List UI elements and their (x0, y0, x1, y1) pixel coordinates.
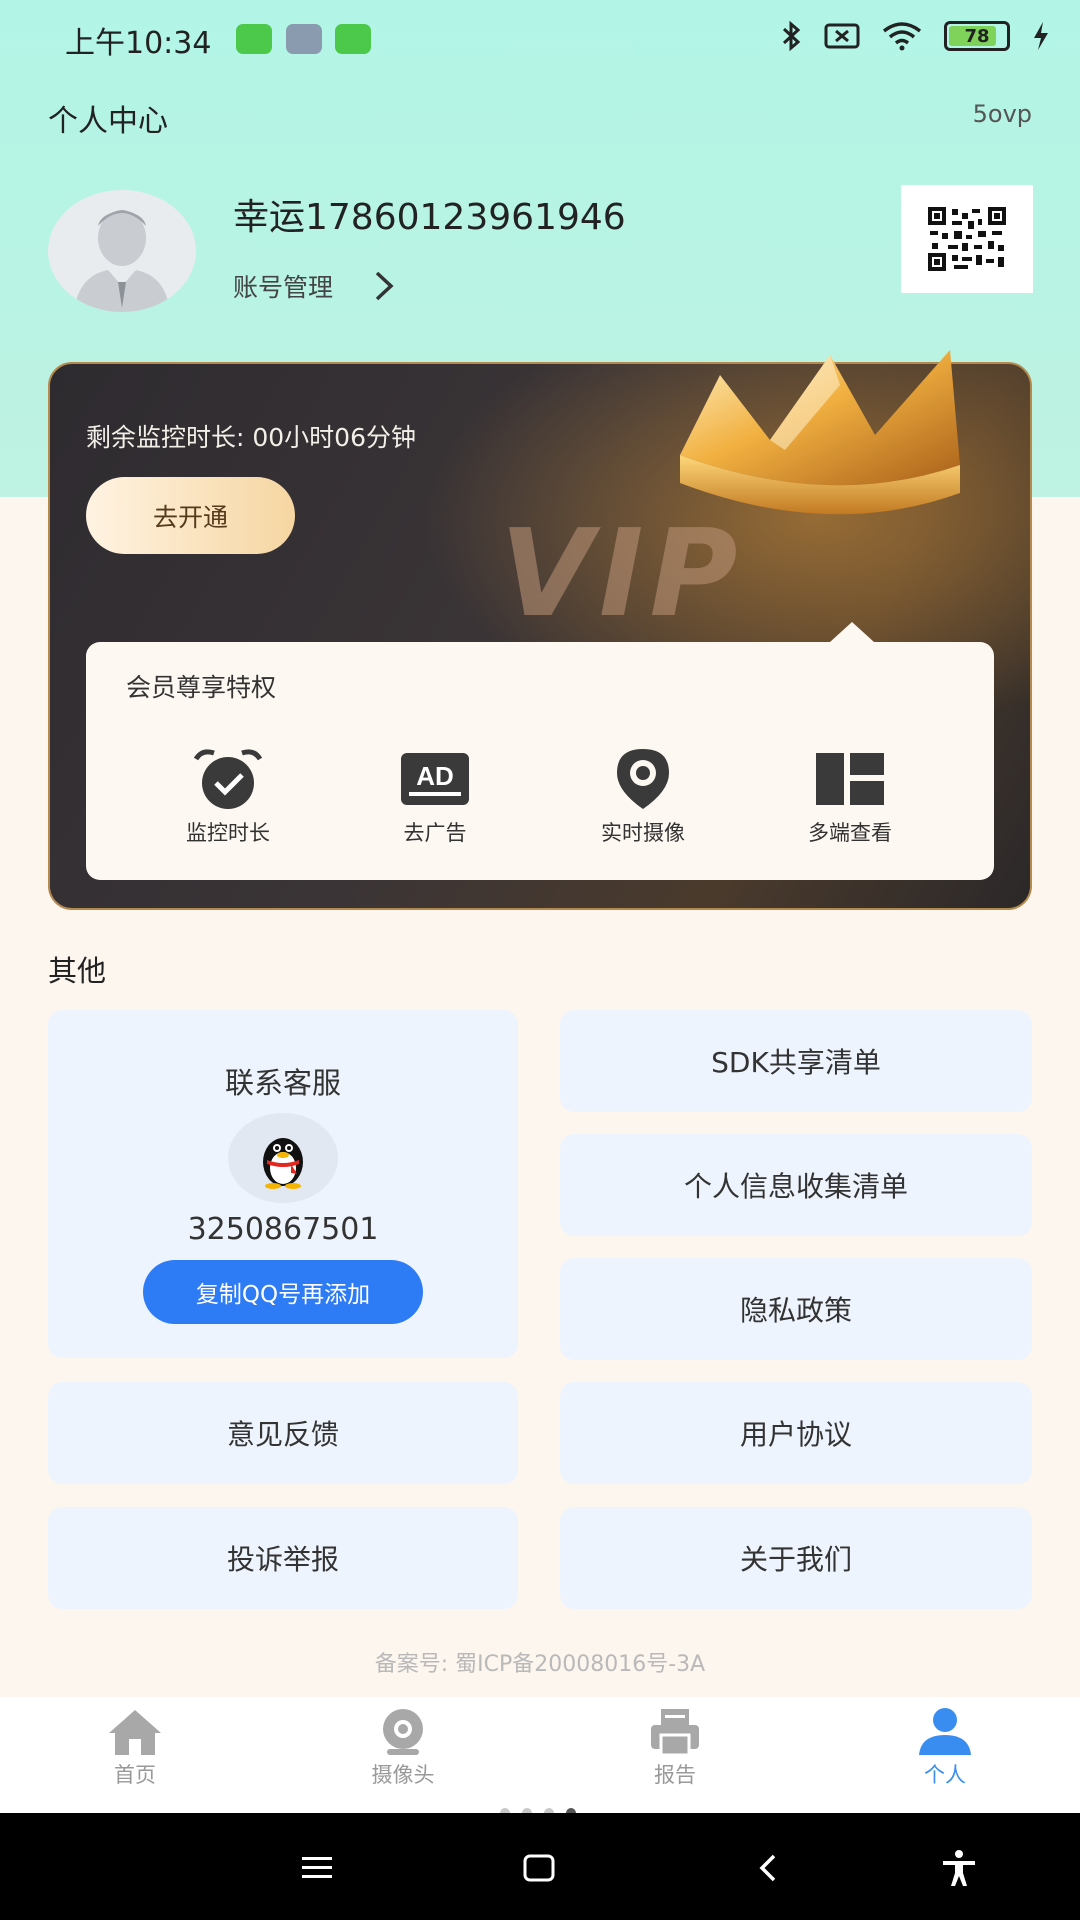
app-notification-icon (335, 24, 371, 54)
location-pin-icon (617, 749, 669, 809)
privilege-monitor-time[interactable]: 监控时长 (158, 747, 298, 847)
privilege-multi-device[interactable]: 多端查看 (780, 747, 920, 847)
tab-report[interactable]: 报告 (605, 1707, 745, 1789)
system-navigation-bar (0, 1813, 1080, 1920)
app-notification-icon (286, 24, 322, 54)
privileges-panel: 会员尊享特权 监控时长 AD 去广告 实时摄像 多端查看 (86, 622, 994, 880)
tab-label: 个人 (924, 1763, 966, 1787)
privilege-label: 多端查看 (808, 821, 892, 845)
service-title: 联系客服 (224, 1066, 341, 1100)
icp-record: 备案号: 蜀ICP备20008016号-3A (374, 1652, 706, 1677)
tab-label: 报告 (654, 1763, 696, 1787)
home-icon (109, 1710, 161, 1755)
alarm-check-icon (193, 749, 263, 809)
status-time: 上午10:34 (65, 26, 212, 61)
app-notification-icon (236, 24, 272, 54)
chevron-right-icon (375, 271, 394, 301)
qq-number: 3250867501 (187, 1212, 379, 1247)
bottom-tab-bar: 首页 摄像头 报告 个人 (0, 1697, 1080, 1813)
charging-icon (1034, 22, 1048, 50)
customer-service-card: 联系客服 3250867501 复制QQ号再添加 (48, 1010, 518, 1358)
about-us-button[interactable]: 关于我们 (560, 1507, 1032, 1609)
qr-code-icon (928, 207, 1006, 271)
privileges-title: 会员尊享特权 (126, 673, 277, 702)
battery-level: 78 (964, 25, 990, 47)
complaint-button[interactable]: 投诉举报 (48, 1507, 518, 1609)
vip-remaining-time: 剩余监控时长: 00小时06分钟 (86, 423, 416, 452)
menu-icon (302, 1857, 332, 1878)
privilege-label: 去广告 (403, 821, 467, 845)
personal-info-list-button[interactable]: 个人信息收集清单 (560, 1134, 1032, 1236)
crown-icon (680, 350, 960, 515)
header-right-text[interactable]: 5ovp (973, 100, 1032, 128)
tab-camera[interactable]: 摄像头 (333, 1707, 473, 1789)
report-icon (651, 1709, 699, 1757)
username: 幸运17860123961946 (233, 197, 626, 238)
privacy-policy-button[interactable]: 隐私政策 (560, 1258, 1032, 1360)
accessibility-icon (943, 1850, 975, 1886)
qq-penguin-icon (263, 1138, 303, 1189)
qq-avatar (228, 1113, 338, 1203)
tab-label: 首页 (114, 1763, 156, 1787)
status-icons: 78 (780, 20, 1050, 52)
other-section-title: 其他 (48, 954, 107, 988)
avatar[interactable] (48, 190, 196, 312)
home-button[interactable] (514, 1843, 564, 1893)
person-icon (919, 1708, 971, 1755)
camera-icon (383, 1709, 423, 1755)
tab-label: 摄像头 (371, 1763, 435, 1787)
menu-button[interactable] (292, 1843, 342, 1893)
qr-code-button[interactable] (901, 185, 1033, 293)
feedback-button[interactable]: 意见反馈 (48, 1382, 518, 1484)
tab-home[interactable]: 首页 (65, 1707, 205, 1789)
user-silhouette-icon (74, 210, 170, 312)
square-home-icon (523, 1854, 555, 1882)
ad-icon: AD (401, 753, 469, 805)
copy-qq-button[interactable]: 复制QQ号再添加 (143, 1260, 423, 1324)
account-manage-link[interactable]: 账号管理 (233, 268, 395, 304)
panel-notch (830, 622, 874, 642)
privilege-label: 监控时长 (186, 821, 270, 845)
privilege-live-camera[interactable]: 实时摄像 (573, 747, 713, 847)
accessibility-button[interactable] (934, 1843, 984, 1893)
svg-text:AD: AD (416, 761, 454, 791)
sim-disabled-icon (824, 23, 860, 49)
privilege-no-ads[interactable]: AD 去广告 (365, 747, 505, 847)
multi-grid-icon (816, 753, 884, 805)
back-button[interactable] (743, 1843, 793, 1893)
vip-open-button[interactable]: 去开通 (86, 477, 295, 554)
tab-profile[interactable]: 个人 (875, 1707, 1015, 1789)
page-title: 个人中心 (48, 104, 168, 139)
privilege-label: 实时摄像 (601, 821, 685, 845)
battery-icon: 78 (944, 21, 1010, 51)
account-manage-label: 账号管理 (233, 273, 334, 302)
wifi-icon (882, 22, 922, 51)
user-agreement-button[interactable]: 用户协议 (560, 1382, 1032, 1484)
sdk-share-list-button[interactable]: SDK共享清单 (560, 1010, 1032, 1112)
back-arrow-icon (759, 1854, 776, 1882)
status-bar: 上午10:34 78 (0, 0, 1080, 78)
bluetooth-icon (782, 20, 801, 52)
